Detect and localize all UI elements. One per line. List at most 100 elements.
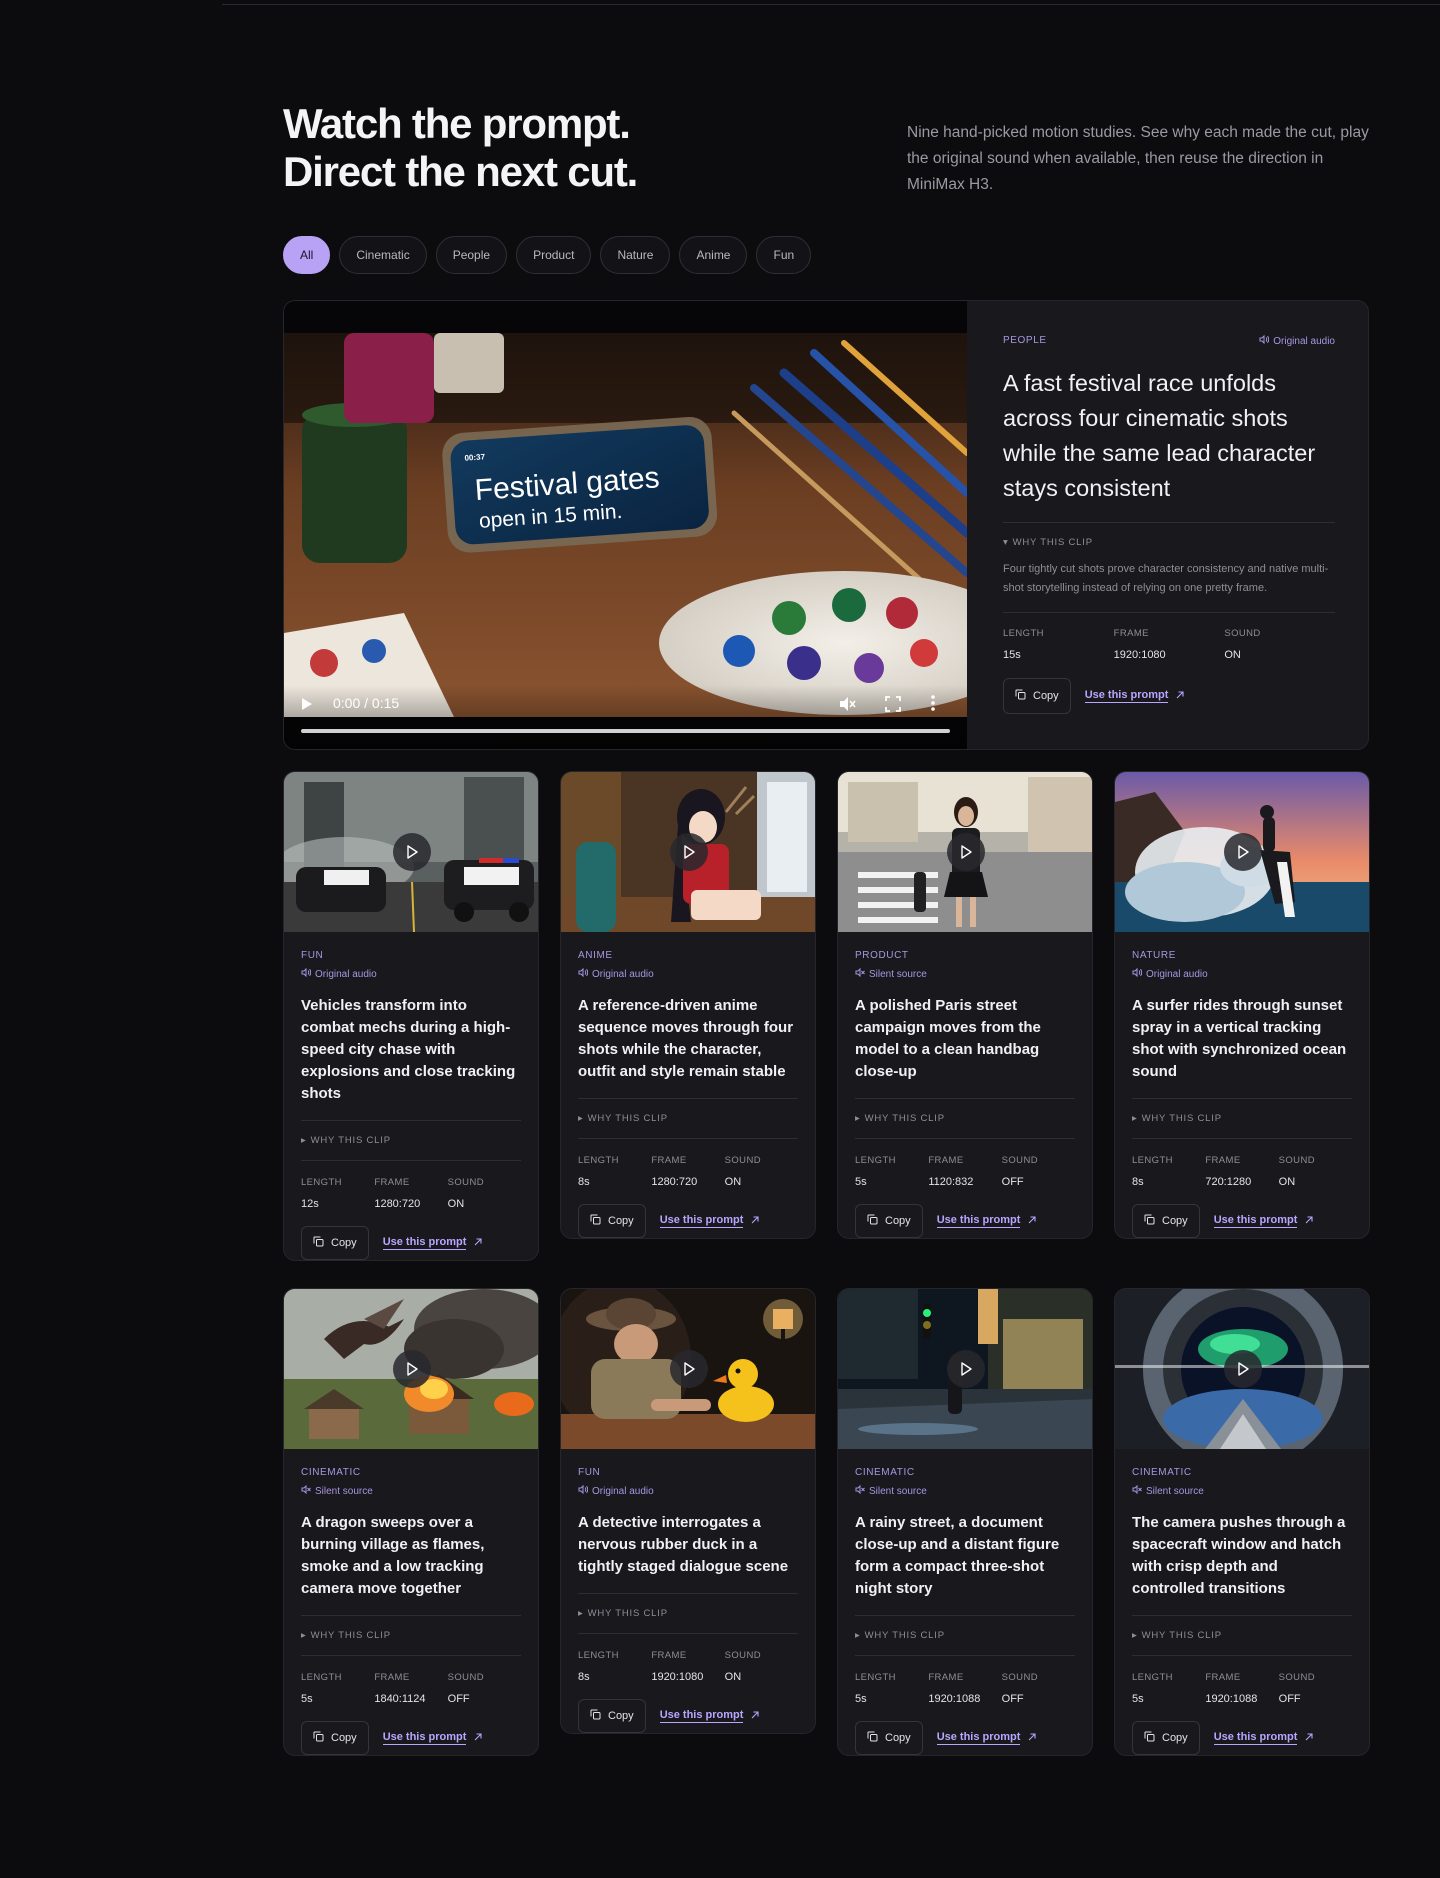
featured-audio-label: Original audio [1273, 335, 1335, 347]
mute-icon[interactable] [838, 695, 856, 716]
arrow-up-right-icon [751, 1710, 759, 1722]
use-this-prompt-link[interactable]: Use this prompt [1213, 1214, 1314, 1228]
play-icon[interactable] [670, 1350, 708, 1388]
divider [1132, 1655, 1352, 1656]
use-this-prompt-link[interactable]: Use this prompt [1213, 1731, 1314, 1745]
copy-button[interactable]: Copy [855, 1204, 923, 1238]
use-this-prompt-link[interactable]: Use this prompt [936, 1214, 1037, 1228]
filter-fun[interactable]: Fun [756, 236, 812, 274]
copy-button[interactable]: Copy [1132, 1721, 1200, 1755]
stat-length: LENGTH 12s [301, 1177, 374, 1210]
caret-right-icon: ▸ [578, 1608, 584, 1619]
play-icon[interactable] [393, 833, 431, 871]
fullscreen-icon[interactable] [885, 696, 901, 715]
why-this-clip-toggle[interactable]: ▸ WHY THIS CLIP [578, 1608, 798, 1619]
clip-category: FUN [578, 1467, 601, 1478]
stat-label: LENGTH [578, 1650, 619, 1661]
stat-label: FRAME [651, 1155, 687, 1166]
play-icon[interactable] [1224, 1350, 1262, 1388]
why-this-clip-toggle[interactable]: ▸ WHY THIS CLIP [578, 1113, 798, 1124]
why-this-clip-toggle[interactable]: ▸ WHY THIS CLIP [1132, 1630, 1352, 1641]
stat-value: OFF [1001, 1693, 1024, 1705]
clip-card-body: PRODUCT Silent source A polished Paris s… [838, 932, 1092, 1238]
clip-card: NATURE Original audio A surfer rides thr… [1114, 771, 1370, 1239]
use-label: Use this prompt [382, 1236, 467, 1250]
clip-stats: LENGTH 5s FRAME 1920:1088 SOUND OFF [855, 1672, 1075, 1705]
stat-value: 8s [578, 1176, 590, 1188]
stat-sound: SOUND ON [448, 1177, 521, 1210]
play-icon[interactable] [670, 833, 708, 871]
clip-thumbnail[interactable] [284, 772, 538, 932]
filter-anime[interactable]: Anime [679, 236, 748, 274]
clip-card-body: CINEMATIC Silent source The camera pushe… [1115, 1449, 1369, 1755]
clip-card-body: CINEMATIC Silent source A dragon sweeps … [284, 1449, 538, 1755]
clip-card: CINEMATIC Silent source A rainy street, … [837, 1288, 1093, 1756]
filter-people[interactable]: People [435, 236, 508, 274]
speaker-icon [1132, 967, 1143, 980]
more-options-icon[interactable] [931, 695, 935, 714]
use-this-prompt-link[interactable]: Use this prompt [936, 1731, 1037, 1745]
stat-value: 8s [578, 1671, 590, 1683]
copy-button[interactable]: Copy [855, 1721, 923, 1755]
filter-product[interactable]: Product [516, 236, 592, 274]
clip-stats: LENGTH 5s FRAME 1840:1124 SOUND OFF [301, 1672, 521, 1705]
featured-actions: Copy Use this prompt [1003, 678, 1335, 714]
use-this-prompt-link[interactable]: Use this prompt [1084, 689, 1185, 703]
copy-button[interactable]: Copy [578, 1204, 646, 1238]
stat-value: ON [447, 1198, 465, 1210]
clip-stats: LENGTH 5s FRAME 1120:832 SOUND OFF [855, 1155, 1075, 1188]
why-this-clip-toggle[interactable]: ▸ WHY THIS CLIP [855, 1630, 1075, 1641]
featured-title: A fast festival race unfolds across four… [1003, 370, 1316, 501]
play-icon[interactable] [947, 1350, 985, 1388]
clip-actions: Copy Use this prompt [1132, 1204, 1352, 1238]
play-icon[interactable] [393, 1350, 431, 1388]
stat-label: FRAME [651, 1650, 687, 1661]
why-this-clip-toggle[interactable]: ▸ WHY THIS CLIP [1132, 1113, 1352, 1124]
clip-thumbnail[interactable] [561, 772, 815, 932]
stat-sound: SOUND OFF [1279, 1672, 1352, 1705]
stat-length: LENGTH 5s [1132, 1672, 1205, 1705]
arrow-up-right-icon [1028, 1215, 1036, 1227]
speaker-muted-icon [855, 967, 865, 980]
play-icon[interactable] [301, 697, 313, 714]
why-this-clip-toggle[interactable]: ▸ WHY THIS CLIP [301, 1630, 521, 1641]
play-icon[interactable] [947, 833, 985, 871]
stat-length: LENGTH 5s [855, 1155, 928, 1188]
copy-button[interactable]: Copy [301, 1721, 369, 1755]
divider [1003, 612, 1335, 613]
clip-thumbnail[interactable] [1115, 1289, 1369, 1449]
use-this-prompt-link[interactable]: Use this prompt [659, 1214, 760, 1228]
speaker-muted-icon [855, 1484, 865, 1497]
why-this-clip-toggle[interactable]: ▸ WHY THIS CLIP [301, 1135, 521, 1146]
copy-button[interactable]: Copy [1132, 1204, 1200, 1238]
use-this-prompt-link[interactable]: Use this prompt [659, 1709, 760, 1723]
filter-all[interactable]: All [283, 236, 331, 274]
caret-right-icon: ▸ [578, 1113, 584, 1124]
video-progress-bar[interactable] [301, 729, 950, 733]
why-this-clip-toggle[interactable]: ▸ WHY THIS CLIP [855, 1113, 1075, 1124]
clip-thumbnail[interactable] [838, 1289, 1092, 1449]
clip-thumbnail[interactable] [284, 1289, 538, 1449]
filter-cinematic[interactable]: Cinematic [339, 236, 427, 274]
clip-title: A reference-driven anime sequence moves … [578, 997, 794, 1080]
filter-nature[interactable]: Nature [600, 236, 671, 274]
stat-label: LENGTH [855, 1155, 896, 1166]
clip-thumbnail[interactable] [561, 1289, 815, 1449]
copy-button[interactable]: Copy [578, 1699, 646, 1733]
copy-button[interactable]: Copy [301, 1226, 369, 1260]
play-icon[interactable] [1224, 833, 1262, 871]
stat-label: FRAME [374, 1672, 410, 1683]
clip-thumbnail[interactable] [1115, 772, 1369, 932]
clip-thumbnail[interactable] [838, 772, 1092, 932]
copy-button[interactable]: Copy [1003, 678, 1071, 714]
copy-label: Copy [331, 1732, 357, 1744]
stat-label: SOUND [1278, 1672, 1315, 1683]
use-this-prompt-link[interactable]: Use this prompt [382, 1236, 483, 1250]
why-this-clip-toggle[interactable]: ▾ WHY THIS CLIP [1003, 537, 1335, 548]
copy-label: Copy [1162, 1215, 1188, 1227]
why-label: WHY THIS CLIP [587, 1608, 668, 1619]
divider [1132, 1615, 1352, 1616]
use-this-prompt-link[interactable]: Use this prompt [382, 1731, 483, 1745]
divider [301, 1160, 521, 1161]
featured-video-player[interactable]: 00:37 Festival gates open in 15 min. 0:0… [284, 301, 967, 749]
